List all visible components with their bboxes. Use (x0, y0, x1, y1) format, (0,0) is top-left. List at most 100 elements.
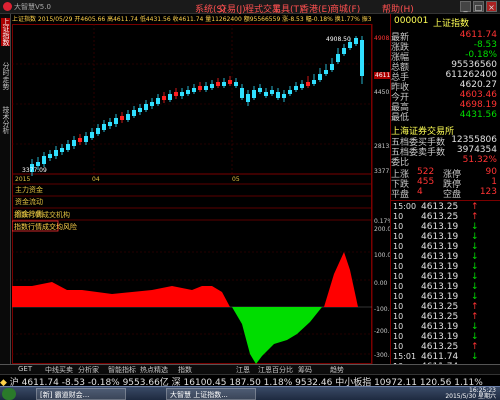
candle-body (174, 92, 178, 96)
minimize-button[interactable]: _ (460, 1, 471, 12)
quote-row: 总手 611262400 (391, 70, 500, 83)
candle-body (54, 150, 58, 156)
tick-time: 10 (393, 312, 404, 321)
quote-row-value: 4698.19 (459, 100, 497, 110)
tab-intraday[interactable]: 分时走势 (1, 62, 10, 90)
tab-technical[interactable]: 技术分析 (1, 106, 10, 134)
candle-body (306, 82, 310, 86)
breadth-row: 平盘 4 空盘 123 (391, 187, 500, 200)
candles (30, 36, 364, 176)
candle-body (84, 136, 88, 142)
candle-body (132, 110, 136, 116)
candle-body (114, 118, 118, 124)
candle-body (120, 116, 124, 120)
quote-row-value: 95536560 (451, 60, 497, 70)
stock-name: 上证指数 (433, 19, 470, 29)
tick-arrow: ↓ (471, 262, 479, 272)
candle-body (354, 38, 358, 44)
candle-body (294, 86, 298, 90)
tick-price: 4613.25 (421, 202, 459, 212)
quote-row-value: 611262400 (445, 70, 497, 80)
quote-row-value: 4603.46 (459, 90, 497, 100)
candle-body (234, 82, 238, 86)
candle-body (90, 132, 94, 138)
tick-price: 4613.19 (421, 242, 459, 252)
exchange-row: 五档委卖手数 3974354 (391, 145, 500, 158)
tick-price: 4613.19 (421, 252, 459, 262)
breadth-count-2: 123 (479, 187, 497, 197)
candle-body (288, 90, 292, 94)
candle-body (162, 96, 166, 100)
subpanel-label-institution[interactable]: 指数行情成交机构 (14, 210, 70, 220)
menu-bar: 大智慧V5.0 系统(S) 交易(J) 程式交易 工具(T) 香港(E) 商城(… (0, 0, 500, 15)
candle-body (276, 92, 280, 98)
quote-row: 今开 4603.46 (391, 90, 500, 103)
bottom-tab-bar: GET 中线买卖 分析家 智能指标 热点精选 指数 江恩 江恩百分比 筹码 趋势 (0, 364, 500, 374)
breadth-count-2: 90 (485, 167, 497, 177)
tick-price: 4613.19 (421, 272, 459, 282)
subpanel-label-risk[interactable]: 指数行情成交均风险 (14, 222, 77, 232)
tick-price: 4613.19 (421, 262, 459, 272)
candle-body (198, 86, 202, 90)
breadth-count: 522 (417, 167, 435, 177)
candle-body (156, 98, 160, 104)
quote-row: 最高 4698.19 (391, 100, 500, 113)
breadth-count: 455 (417, 177, 435, 187)
candle-body (78, 138, 82, 142)
candle-body (168, 94, 172, 100)
start-button-icon[interactable] (2, 388, 16, 400)
tab-index[interactable]: 上证指数 (1, 18, 10, 46)
maximize-button[interactable]: □ (473, 1, 484, 12)
candle-body (48, 154, 52, 158)
taskbar: [新] 霸道财会... 大智慧 上证指数... 16:25:23 2015/5/… (0, 386, 500, 400)
subpanel-label-main-funds[interactable]: 主力资金 (15, 185, 43, 195)
tick-price: 4613.25 (421, 302, 459, 312)
quote-row: 总额 95536560 (391, 60, 500, 73)
quote-row: 最新 4611.74 (391, 30, 500, 43)
tick-time: 10 (393, 252, 404, 261)
breadth-count: 4 (417, 187, 423, 197)
quote-row: 昨收 4620.27 (391, 80, 500, 93)
candle-body (360, 40, 364, 76)
quote-row-value: -0.18% (465, 50, 497, 60)
taskbar-item-2[interactable]: 大智慧 上证指数... (166, 388, 256, 400)
tick-arrow: ↑ (471, 212, 479, 222)
candle-body (42, 156, 46, 164)
candle-body (108, 122, 112, 126)
exchange-row-value: 51.32% (462, 155, 497, 165)
chart-info-bar: 上证指数 2015/05/29 开4605.66 高4611.74 低4431.… (12, 16, 372, 23)
candle-body (138, 108, 142, 112)
axis-month-05-label: 05 (232, 176, 240, 183)
candle-body (72, 140, 76, 146)
quote-header: 000001 上证指数 (391, 14, 500, 29)
candle-body (216, 82, 220, 86)
quote-row-value: 4611.74 (459, 30, 497, 40)
close-button[interactable]: × (486, 1, 497, 12)
candle-body (210, 84, 214, 88)
tick-arrow: ↓ (471, 282, 479, 292)
candle-body (240, 88, 244, 98)
taskbar-item-1[interactable]: [新] 霸道财会... (36, 388, 126, 400)
candle-body (36, 162, 40, 166)
tick-time: 10 (393, 262, 404, 271)
value-label-0: 0.00 (374, 280, 388, 287)
kline-chart[interactable] (12, 24, 390, 364)
market-quote-strip: ◆ 沪 4611.74 -8.53 -0.18% 9553.66亿 深 1610… (0, 374, 500, 388)
tick-divider (391, 200, 500, 201)
candle-body (204, 86, 208, 90)
candle-body (336, 54, 340, 62)
exchange-row: 五档委买手数 12355806 (391, 135, 500, 148)
indicator-positive-area-2 (324, 252, 358, 307)
app-title: 大智慧V5.0 (14, 3, 51, 11)
quote-row-value: 4620.27 (459, 80, 497, 90)
indicator-negative-area (232, 307, 322, 364)
candle-body (96, 128, 100, 134)
tick-price: 4613.19 (421, 292, 459, 302)
candle-body (264, 92, 268, 96)
bottom-tab-get[interactable]: GET (18, 365, 32, 373)
candle-body (126, 114, 130, 120)
candle-body (258, 88, 262, 92)
subpanel-label-fund-flow[interactable]: 资金流动 (15, 197, 43, 207)
tick-arrow: ↑ (471, 342, 479, 352)
stock-code: 000001 (394, 16, 429, 26)
